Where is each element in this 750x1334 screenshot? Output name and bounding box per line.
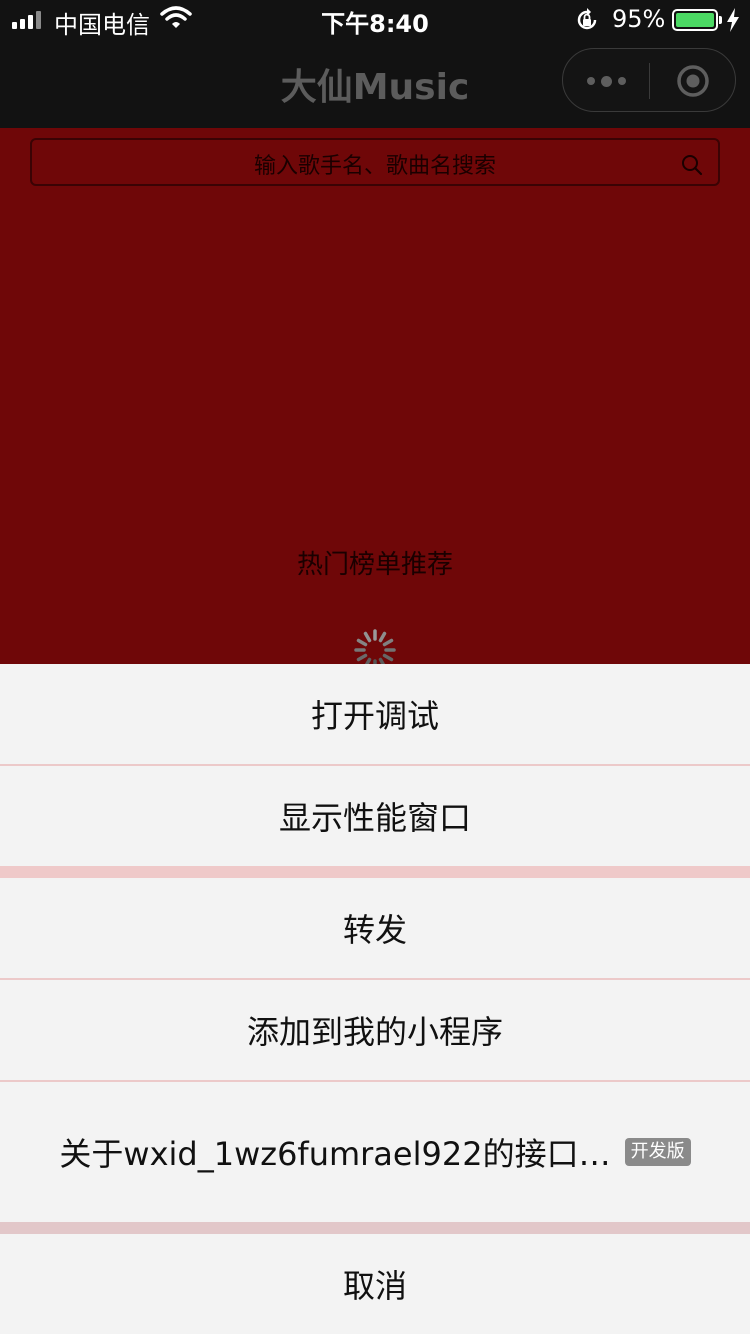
dev-version-badge: 开发版	[624, 1138, 691, 1166]
battery-icon	[672, 9, 722, 31]
add-to-my-miniprograms-label: 添加到我的小程序	[246, 1013, 503, 1051]
search-input[interactable]: 输入歌手名、歌曲名搜索	[30, 138, 720, 186]
charging-icon	[726, 8, 740, 38]
forward-button[interactable]: 转发	[0, 878, 750, 978]
add-to-my-miniprograms-button[interactable]: 添加到我的小程序	[0, 980, 750, 1080]
nav-bar: 大仙Music	[0, 40, 750, 128]
show-performance-label: 显示性能窗口	[278, 799, 471, 837]
battery-percent: 95%	[612, 5, 666, 33]
more-dots-icon	[586, 77, 595, 85]
open-debug-button[interactable]: 打开调试	[0, 664, 750, 764]
hot-charts-title: 热门榜单推荐	[296, 550, 453, 580]
search-placeholder: 输入歌手名、歌曲名搜索	[253, 154, 496, 179]
menu-capsule	[562, 48, 736, 112]
cancel-label: 取消	[342, 1267, 407, 1305]
status-bar: 中国电信 下午8:40 95%	[0, 0, 750, 40]
close-miniprogram-button[interactable]	[650, 49, 736, 113]
about-label: 关于wxid_1wz6fumrael922的接口…	[59, 1135, 611, 1173]
forward-label: 转发	[342, 911, 407, 949]
open-debug-label: 打开调试	[310, 697, 439, 735]
cancel-button[interactable]: 取消	[0, 1234, 750, 1334]
group-gap	[0, 866, 750, 878]
target-circle-icon	[677, 65, 709, 97]
battery-fill	[676, 13, 714, 27]
about-button[interactable]: 关于wxid_1wz6fumrael922的接口… 开发版	[0, 1082, 750, 1222]
group-gap	[0, 1222, 750, 1234]
rotation-lock-icon	[574, 7, 600, 39]
action-sheet: 打开调试 显示性能窗口 转发 添加到我的小程序 关于wxid_1wz6fumra…	[0, 664, 750, 1334]
more-button[interactable]	[563, 49, 649, 113]
search-icon	[680, 153, 704, 181]
show-performance-button[interactable]: 显示性能窗口	[0, 766, 750, 866]
